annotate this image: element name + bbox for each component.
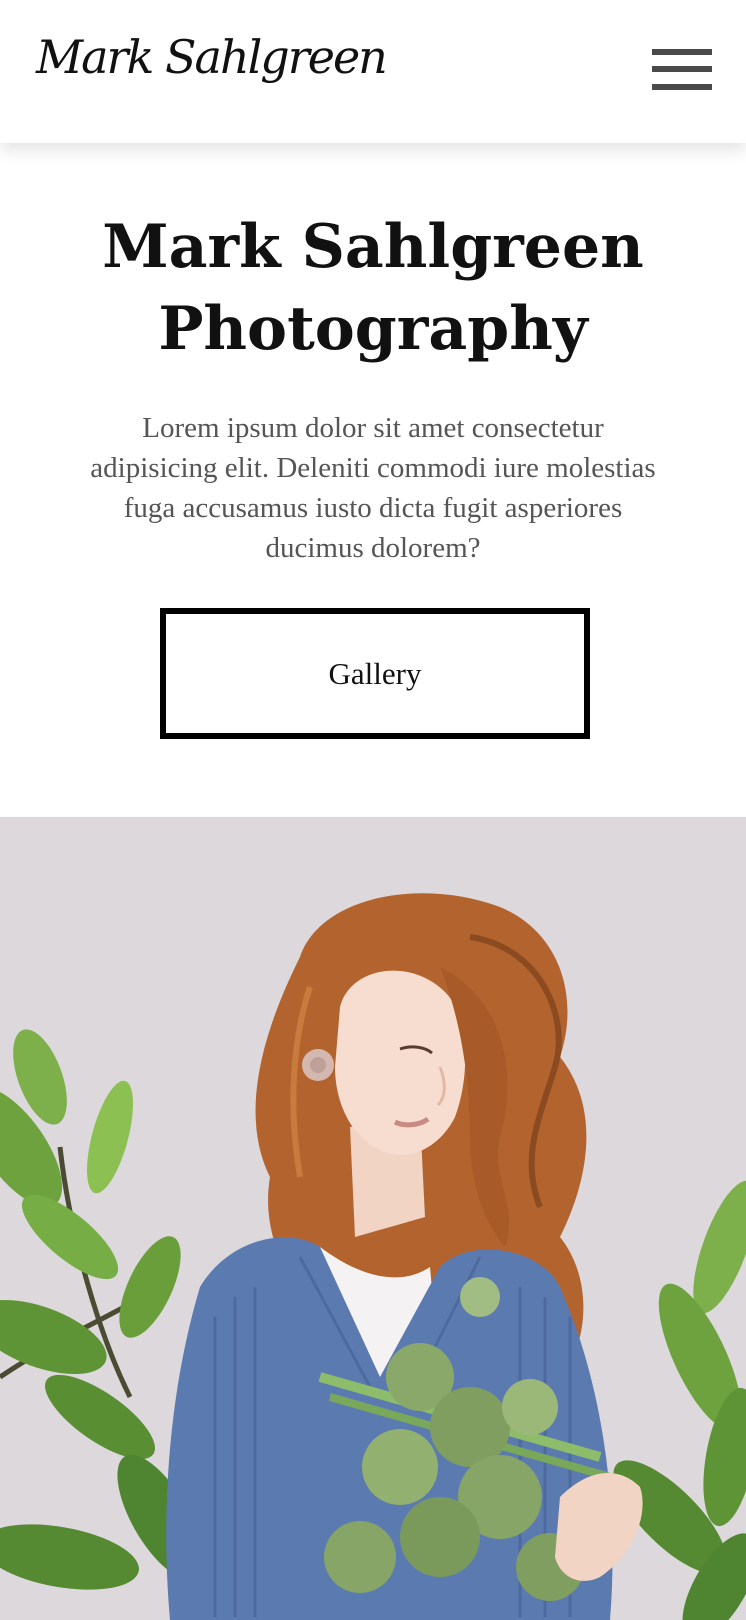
site-logo[interactable]: Mark Sahlgreen: [36, 30, 388, 84]
hero-title: Mark Sahlgreen Photography: [0, 206, 746, 370]
hamburger-menu-icon[interactable]: [648, 46, 712, 94]
site-header: Mark Sahlgreen: [0, 0, 746, 143]
menu-bar-middle: [652, 66, 712, 72]
hero-title-line1: Mark Sahlgreen: [102, 212, 644, 282]
portrait-illustration: [0, 817, 746, 1620]
face: [335, 970, 466, 1156]
menu-bar-bottom: [652, 84, 712, 90]
menu-bar-top: [652, 49, 712, 55]
hero-title-line2: Photography: [158, 294, 588, 364]
hero-photo: [0, 817, 746, 1620]
gallery-button[interactable]: Gallery: [160, 608, 590, 739]
hero-description: Lorem ipsum dolor sit amet consectetur a…: [90, 412, 656, 564]
